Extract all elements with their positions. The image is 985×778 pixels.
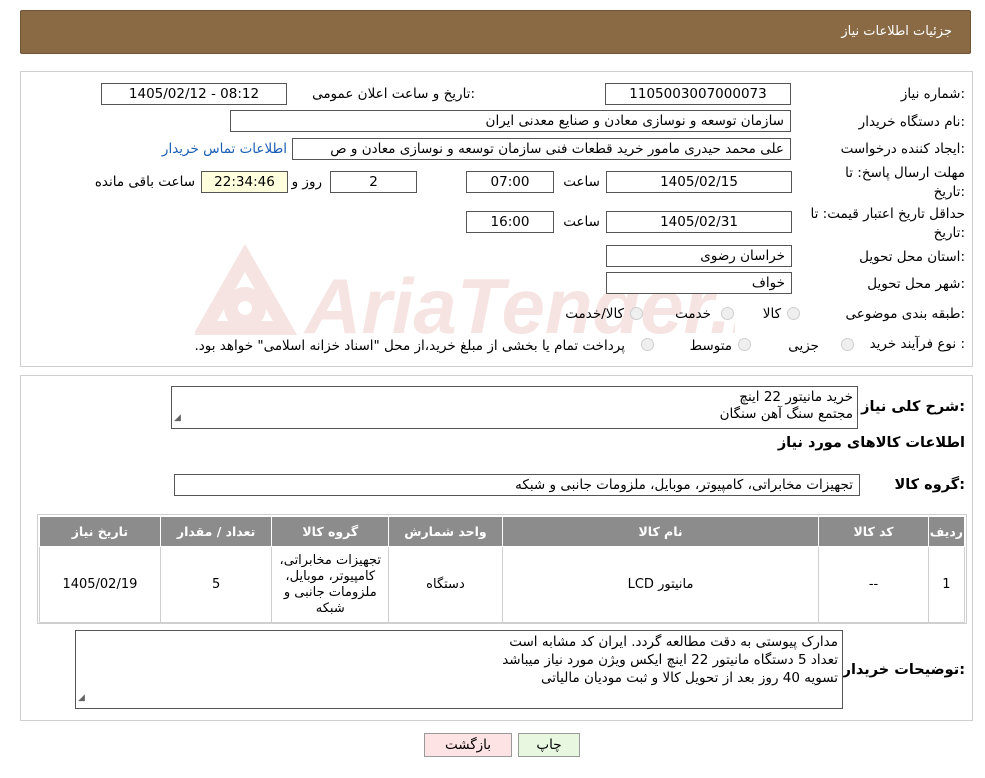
buyer-notes-label: توضیحات خریدار: <box>842 662 965 678</box>
cell-name: مانیتور LCD <box>501 546 820 623</box>
city-field: خواف <box>606 272 792 294</box>
remaining-time-label: ساعت باقی مانده <box>94 174 195 190</box>
days-remaining-field: 2 <box>330 171 417 193</box>
creator-label: ایجاد کننده درخواست: <box>840 141 965 157</box>
announce-datetime-field: 1405/02/12 - 08:12 <box>101 83 287 105</box>
validity-label-line1: حداقل تاریخ اعتبار قیمت: تا <box>810 206 965 222</box>
description-label: شرح کلی نیاز: <box>861 399 965 415</box>
province-field: خراسان رضوی <box>606 245 792 267</box>
col-header-unit: واحد شمارش <box>388 516 503 547</box>
resize-grip-icon[interactable]: ◢ <box>78 689 85 707</box>
buyer-org-field: سازمان توسعه و نوسازی معادن و صنایع معدن… <box>230 110 791 132</box>
validity-label-line2: تاریخ: <box>933 225 965 241</box>
province-label: استان محل تحویل: <box>859 249 965 265</box>
process-option-minor: جزیی <box>788 338 819 354</box>
process-note: پرداخت تمام یا بخشی از مبلغ خرید،از محل … <box>194 338 625 354</box>
page-title: جزئیات اطلاعات نیاز <box>841 24 952 39</box>
creator-field: علی محمد حیدری مامور خرید قطعات فنی سازم… <box>292 138 791 160</box>
need-number-label: شماره نیاز: <box>900 86 965 102</box>
process-option-medium: متوسط <box>689 338 732 354</box>
announce-datetime-label: تاریخ و ساعت اعلان عمومی: <box>312 86 475 102</box>
deadline-label-line1: مهلت ارسال پاسخ: تا <box>845 165 965 181</box>
col-header-group: گروه کالا <box>271 516 390 547</box>
validity-time-field: 16:00 <box>466 211 554 233</box>
print-button[interactable]: چاپ <box>518 733 580 757</box>
col-header-need-date: تاریخ نیاز <box>39 516 161 547</box>
description-textarea[interactable]: خرید مانیتور 22 اینچ مجتمع سنگ آهن سنگان… <box>171 386 858 429</box>
category-radio-goods[interactable] <box>787 307 800 320</box>
buyer-notes-line1: مدارک پیوستی به دقت مطالعه گردد. ایران ک… <box>509 634 838 650</box>
remaining-time-field: 22:34:46 <box>201 171 288 193</box>
cell-group: تجهیزات مخابراتی، کامپیوتر، موبایل، ملزو… <box>271 546 390 623</box>
deadline-date-field: 1405/02/15 <box>606 171 792 193</box>
cell-quantity: 5 <box>159 546 273 623</box>
need-number-field: 1105003007000073 <box>605 83 791 105</box>
city-label: شهر محل تحویل: <box>867 276 965 292</box>
table-row: 1 -- مانیتور LCD دستگاه تجهیزات مخابراتی… <box>39 546 966 623</box>
validity-date-field: 1405/02/31 <box>606 211 792 233</box>
category-label: طبقه بندی موضوعی: <box>845 306 965 322</box>
goods-group-field: تجهیزات مخابراتی، کامپیوتر، موبایل، ملزو… <box>174 474 860 496</box>
process-radio-minor[interactable] <box>841 338 854 351</box>
description-line2: مجتمع سنگ آهن سنگان <box>719 406 853 422</box>
buyer-notes-line2: تعداد 5 دستگاه مانیتور 22 اینچ ایکس ویژن… <box>502 652 838 668</box>
days-label: روز و <box>291 174 322 190</box>
category-radio-service[interactable] <box>721 307 734 320</box>
buyer-contact-link[interactable]: اطلاعات تماس خریدار <box>162 141 287 157</box>
resize-grip-icon[interactable]: ◢ <box>174 410 181 427</box>
description-line1: خرید مانیتور 22 اینچ <box>739 389 853 405</box>
cell-row: 1 <box>927 546 966 623</box>
process-type-label: نوع فرآیند خرید : <box>869 336 965 352</box>
category-option-goods-service: کالا/خدمت <box>565 306 624 322</box>
deadline-time-field: 07:00 <box>466 171 554 193</box>
cell-unit: دستگاه <box>388 546 503 623</box>
validity-time-label: ساعت <box>563 214 600 230</box>
deadline-label-line2: تاریخ: <box>933 184 965 200</box>
col-header-quantity: تعداد / مقدار <box>159 516 273 547</box>
back-button[interactable]: بازگشت <box>424 733 512 757</box>
process-radio-medium[interactable] <box>738 338 751 351</box>
category-option-goods: کالا <box>762 306 781 322</box>
col-header-name: نام کالا <box>501 516 820 547</box>
col-header-row: ردیف <box>927 516 966 547</box>
buyer-notes-textarea[interactable]: مدارک پیوستی به دقت مطالعه گردد. ایران ک… <box>75 630 843 709</box>
cell-code: -- <box>818 546 929 623</box>
buyer-org-label: نام دستگاه خریدار: <box>858 114 965 130</box>
goods-info-title: اطلاعات کالاهای مورد نیاز <box>777 435 965 451</box>
goods-group-label: گروه کالا: <box>894 477 965 493</box>
category-radio-goods-service[interactable] <box>630 307 643 320</box>
page-header: جزئیات اطلاعات نیاز <box>20 10 971 54</box>
process-radio-treasury[interactable] <box>641 338 654 351</box>
deadline-time-label: ساعت <box>563 174 600 190</box>
goods-table: ردیف کد کالا نام کالا واحد شمارش گروه کا… <box>39 516 966 623</box>
buyer-notes-line3: تسویه 40 روز بعد از تحویل کالا و ثبت مود… <box>541 670 838 686</box>
col-header-code: کد کالا <box>818 516 929 547</box>
category-option-service: خدمت <box>675 306 711 322</box>
cell-need-date: 1405/02/19 <box>39 546 161 623</box>
